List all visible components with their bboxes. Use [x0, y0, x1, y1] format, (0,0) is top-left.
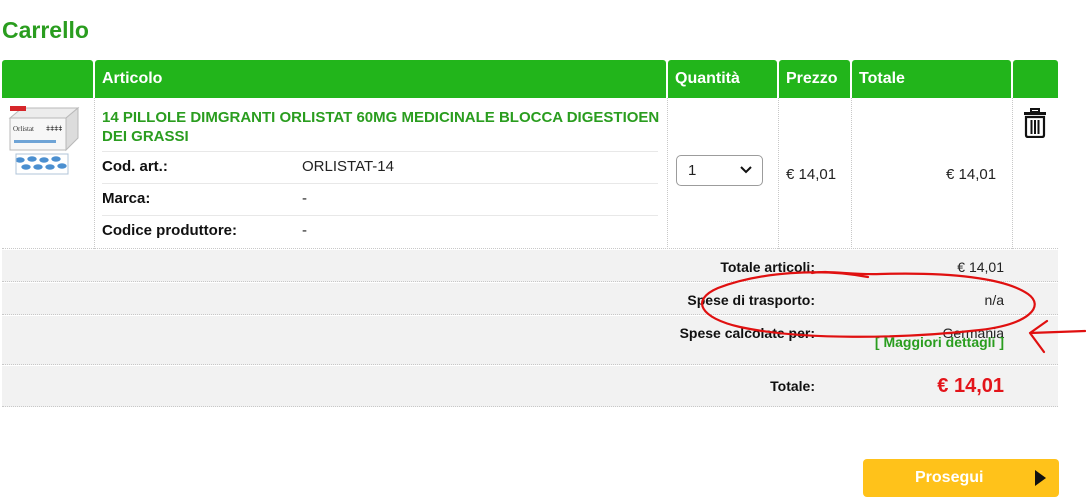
items-total-label: Totale articoli:	[720, 259, 815, 275]
attribute-label: Marca:	[102, 190, 151, 207]
column-divider	[778, 98, 779, 249]
column-divider	[1012, 98, 1013, 249]
summary-row-items: Totale articoli: € 14,01	[2, 250, 1058, 282]
attribute-value: -	[302, 222, 307, 239]
column-divider	[851, 98, 852, 249]
line-total: € 14,01	[946, 166, 997, 183]
column-divider	[667, 98, 668, 249]
summary-row-grand-total: Totale: € 14,01	[2, 366, 1058, 407]
more-details-link[interactable]: [ Maggiori dettagli ]	[875, 334, 1004, 350]
column-divider	[94, 98, 95, 249]
grand-total-value: € 14,01	[937, 375, 1004, 397]
header-cell-delete	[1013, 60, 1058, 98]
calc-for-label: Spese calcolate per:	[679, 325, 815, 341]
header-item: Articolo	[95, 60, 666, 98]
quantity-select[interactable]: 1	[676, 155, 763, 186]
summary-row-destination: Spese calcolate per: Germania [ Maggiori…	[2, 316, 1058, 365]
quantity-value: 1	[688, 162, 697, 179]
attribute-row: Cod. art.: ORLISTAT-14	[102, 151, 658, 183]
product-image-label: Orlistat	[13, 125, 34, 133]
header-quantity: Quantità	[668, 60, 777, 98]
svg-text:ǂǂǂǂ: ǂǂǂǂ	[46, 126, 62, 133]
attribute-label: Cod. art.:	[102, 158, 168, 175]
shipping-value: n/a	[984, 292, 1004, 308]
chevron-down-icon	[740, 166, 752, 174]
attribute-value: ORLISTAT-14	[302, 158, 394, 175]
header-cell-image	[2, 60, 93, 98]
grand-total-label: Totale:	[770, 378, 815, 394]
summary-row-shipping: Spese di trasporto: n/a	[2, 283, 1058, 315]
product-image[interactable]: Orlistat ǂǂǂǂ	[8, 104, 80, 178]
shipping-label: Spese di trasporto:	[687, 292, 815, 308]
header-price: Prezzo	[779, 60, 850, 98]
product-name-link[interactable]: 14 PILLOLE DIMGRANTI ORLISTAT 60MG MEDIC…	[102, 108, 662, 146]
attribute-row: Codice produttore: -	[102, 215, 658, 247]
attribute-row: Marca: -	[102, 183, 658, 215]
header-total: Totale	[852, 60, 1011, 98]
proceed-button-label: Prosegui	[915, 469, 984, 486]
play-arrow-icon	[1035, 470, 1046, 486]
attribute-label: Codice produttore:	[102, 222, 237, 239]
items-total-value: € 14,01	[957, 259, 1004, 275]
proceed-button[interactable]: Prosegui	[863, 459, 1059, 497]
trash-icon[interactable]	[1023, 108, 1047, 138]
page-title: Carrello	[2, 17, 89, 43]
attribute-value: -	[302, 190, 307, 207]
unit-price: € 14,01	[786, 166, 837, 183]
